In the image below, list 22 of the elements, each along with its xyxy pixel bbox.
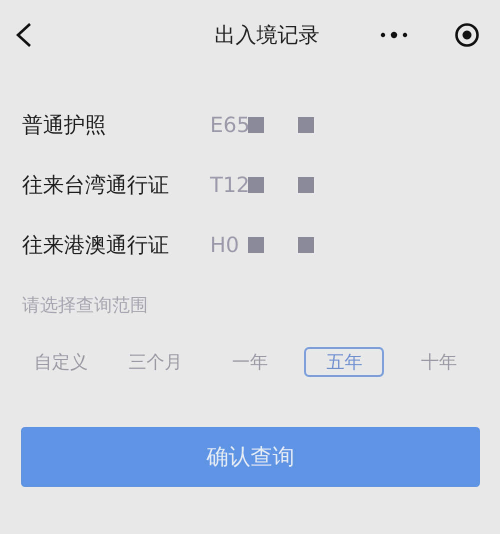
redaction-mark <box>298 177 314 193</box>
range-option[interactable]: 自定义 <box>21 347 102 377</box>
document-number: H0 <box>210 233 240 257</box>
redaction-mark <box>298 237 314 253</box>
close-button[interactable] <box>454 22 480 48</box>
redaction-mark <box>298 117 314 133</box>
range-option[interactable]: 五年 <box>304 347 384 377</box>
document-name: 往来港澳通行证 <box>22 232 170 259</box>
document-name: 普通护照 <box>22 112 107 139</box>
document-number: E65 <box>210 113 248 137</box>
range-label: 请选择查询范围 <box>21 294 149 317</box>
redaction-mark <box>248 237 264 253</box>
confirm-button[interactable]: 确认查询 <box>21 427 480 487</box>
document-name: 往来台湾通行证 <box>22 172 170 199</box>
redaction-mark <box>248 117 264 133</box>
document-number: T12 <box>210 173 248 197</box>
range-option[interactable]: 三个月 <box>116 347 196 377</box>
redaction-mark <box>248 177 264 193</box>
page-title: 出入境记录 <box>214 22 320 49</box>
range-option[interactable]: 十年 <box>398 347 479 377</box>
range-option[interactable]: 一年 <box>210 347 290 377</box>
more-button[interactable] <box>380 31 408 39</box>
